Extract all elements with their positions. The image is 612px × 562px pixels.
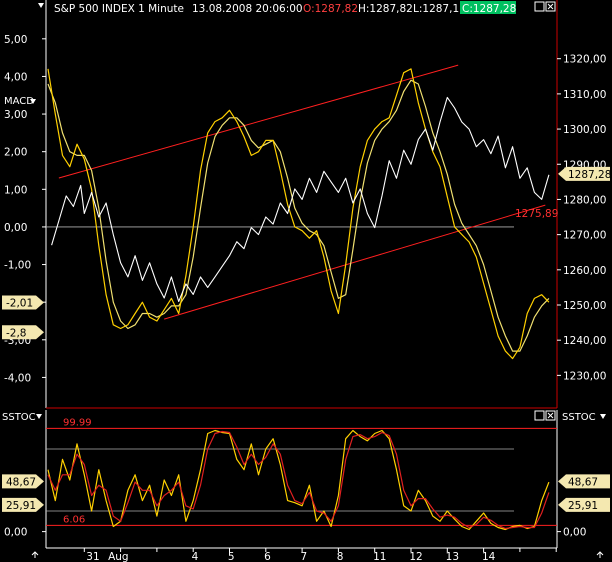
macd-tick-label: -1,00 bbox=[4, 260, 31, 272]
stoch-marker-left-label: 48,67 bbox=[6, 476, 36, 488]
title-symbol: S&P 500 INDEX 1 Minute bbox=[54, 3, 184, 15]
macd-tick-label: 4,00 bbox=[4, 71, 27, 83]
price-tick-label: 1270,00 bbox=[563, 230, 606, 242]
main-left-axis-title: MACD bbox=[4, 96, 34, 107]
price-tick-label: 1260,00 bbox=[563, 265, 606, 277]
x-tick-label: 7 bbox=[300, 551, 307, 562]
macd-tick-label: 5,00 bbox=[4, 34, 27, 46]
macd-value-marker-label: -2,01 bbox=[6, 298, 33, 310]
x-tick-label: 14 bbox=[482, 551, 496, 562]
stoch-level-label: 6.06 bbox=[63, 514, 85, 525]
price-tick-label: 1250,00 bbox=[563, 300, 606, 312]
title-datetime: 13.08.2008 20:06:00 bbox=[192, 3, 303, 15]
stoch-tick-label-right: 0,00 bbox=[563, 527, 586, 539]
x-tick-label: 12 bbox=[409, 551, 422, 562]
price-value-marker-label: 1287,28 bbox=[568, 169, 611, 181]
price-tick-label: 1280,00 bbox=[563, 194, 606, 206]
price-tick-label: 1300,00 bbox=[563, 124, 606, 136]
x-tick-label: 6 bbox=[264, 551, 271, 562]
stoch-marker-left-label: 25,91 bbox=[6, 500, 36, 512]
stoch-tick-label: 0,00 bbox=[4, 527, 27, 539]
x-tick-label: 11 bbox=[373, 551, 386, 562]
title-open: O:1287,82 bbox=[303, 3, 358, 15]
macd-value-marker-label: -2,8 bbox=[6, 327, 27, 339]
x-tick-label: 5 bbox=[228, 551, 235, 562]
x-tick-label: 4 bbox=[192, 551, 199, 562]
macd-tick-label: 2,00 bbox=[4, 147, 27, 159]
macd-tick-label: 1,00 bbox=[4, 184, 27, 196]
stoch-right-axis-title: SSTOC bbox=[562, 412, 596, 423]
price-tick-label: 1230,00 bbox=[563, 370, 606, 382]
macd-tick-label: 3,00 bbox=[4, 109, 27, 121]
title-high: H:1287,82 bbox=[358, 3, 413, 15]
macd-tick-label: -4,00 bbox=[4, 372, 31, 384]
title-low: L:1287,11 bbox=[413, 3, 466, 15]
x-tick-label: 8 bbox=[337, 551, 344, 562]
x-tick-label: Aug bbox=[108, 551, 129, 562]
price-tick-label: 1240,00 bbox=[563, 335, 606, 347]
chart-background bbox=[0, 0, 612, 562]
x-tick-label: 31 bbox=[86, 551, 99, 562]
stoch-marker-right-label: 48,67 bbox=[568, 476, 598, 488]
x-tick-label: 13 bbox=[446, 551, 459, 562]
price-tick-label: 1320,00 bbox=[563, 54, 606, 66]
chart-canvas: S&P 500 INDEX 1 Minute 13.08.2008 20:06:… bbox=[0, 0, 612, 562]
title-bar: S&P 500 INDEX 1 Minute 13.08.2008 20:06:… bbox=[38, 1, 556, 15]
stoch-marker-right-label: 25,91 bbox=[568, 500, 598, 512]
title-close: C:1287,28 bbox=[462, 3, 516, 15]
stoch-level-label: 99.99 bbox=[63, 417, 92, 428]
trendline-value-label: 1275,89 bbox=[515, 208, 558, 220]
stoch-left-axis-title: SSTOC bbox=[2, 412, 36, 423]
price-tick-label: 1310,00 bbox=[563, 89, 606, 101]
macd-tick-label: 0,00 bbox=[4, 222, 27, 234]
